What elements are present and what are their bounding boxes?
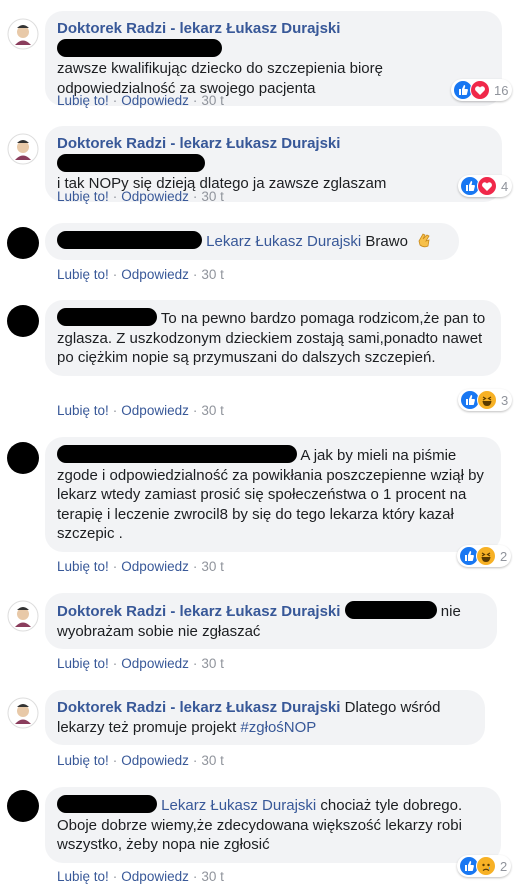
comment-actions: Lubię to! · Odpowiedz · 30 t: [57, 869, 224, 884]
like-link[interactable]: Lubię to!: [57, 559, 109, 574]
doctor-avatar-icon: [7, 18, 39, 50]
redacted-name: [57, 231, 202, 249]
comment-author[interactable]: Doktorek Radzi - lekarz Łukasz Durajski: [57, 603, 340, 620]
reply-link[interactable]: Odpowiedz: [121, 753, 189, 768]
comment-author[interactable]: Doktorek Radzi - lekarz Łukasz Durajski: [57, 699, 340, 716]
reply-link[interactable]: Odpowiedz: [121, 656, 189, 671]
timestamp[interactable]: 30 t: [201, 93, 224, 108]
mention-link[interactable]: Lekarz Łukasz Durajski: [206, 233, 361, 250]
comment-actions: Lubię to! · Odpowiedz · 30 t: [57, 189, 224, 204]
like-link[interactable]: Lubię to!: [57, 267, 109, 282]
reaction-count: 2: [500, 548, 508, 564]
reaction-summary[interactable]: 4: [458, 175, 513, 197]
comment-bubble: A jak by mieli na piśmie zgode i odpowie…: [45, 437, 501, 552]
avatar[interactable]: [7, 227, 39, 259]
avatar[interactable]: [7, 305, 39, 337]
comment-bubble: Doktorek Radzi - lekarz Łukasz Durajski …: [45, 11, 502, 106]
comment-author[interactable]: Doktorek Radzi - lekarz Łukasz Durajski: [57, 20, 340, 37]
comment-actions: Lubię to! · Odpowiedz · 30 t: [57, 93, 224, 108]
avatar[interactable]: [7, 133, 39, 165]
comment-author[interactable]: Doktorek Radzi - lekarz Łukasz Durajski: [57, 135, 340, 152]
reply-link[interactable]: Odpowiedz: [121, 869, 189, 884]
comment-text: Brawo: [365, 233, 408, 250]
haha-icon: [477, 390, 497, 410]
timestamp[interactable]: 30 t: [201, 267, 224, 282]
comment-text: zawsze kwalifikując dziecko do szczepien…: [57, 60, 383, 97]
reply-link[interactable]: Odpowiedz: [121, 267, 189, 282]
reaction-count: 3: [501, 392, 509, 408]
reaction-count: 2: [500, 858, 508, 874]
love-icon: [477, 176, 497, 196]
redacted-name: [57, 445, 297, 463]
like-link[interactable]: Lubię to!: [57, 403, 109, 418]
timestamp[interactable]: 30 t: [201, 189, 224, 204]
timestamp[interactable]: 30 t: [201, 559, 224, 574]
comment-bubble: Lekarz Łukasz Durajski chociaż tyle dobr…: [45, 787, 501, 863]
redacted-name: [57, 38, 222, 57]
comment-actions: Lubię to! · Odpowiedz · 30 t: [57, 753, 224, 768]
mention-link[interactable]: Lekarz Łukasz Durajski: [161, 797, 316, 814]
redacted-name: [57, 153, 205, 172]
reaction-summary[interactable]: 16: [451, 79, 513, 101]
timestamp[interactable]: 30 t: [201, 869, 224, 884]
comment-actions: Lubię to! · Odpowiedz · 30 t: [57, 403, 224, 418]
like-link[interactable]: Lubię to!: [57, 656, 109, 671]
avatar[interactable]: [7, 790, 39, 822]
doctor-avatar-icon: [7, 600, 39, 632]
comment-actions: Lubię to! · Odpowiedz · 30 t: [57, 656, 224, 671]
avatar[interactable]: [7, 600, 39, 632]
avatar[interactable]: [7, 697, 39, 729]
reply-link[interactable]: Odpowiedz: [121, 93, 189, 108]
haha-icon: [476, 546, 496, 566]
doctor-avatar-icon: [7, 697, 39, 729]
reply-link[interactable]: Odpowiedz: [121, 403, 189, 418]
reaction-summary[interactable]: 2: [457, 855, 512, 877]
avatar[interactable]: [7, 442, 39, 474]
redacted-name: [57, 795, 157, 813]
timestamp[interactable]: 30 t: [201, 656, 224, 671]
comment-bubble: Lekarz Łukasz Durajski Brawo: [45, 223, 459, 260]
comment-bubble: Doktorek Radzi - lekarz Łukasz Durajski …: [45, 690, 485, 745]
doctor-avatar-icon: [7, 133, 39, 165]
avatar[interactable]: [7, 18, 39, 50]
redacted-name: [344, 601, 437, 619]
reaction-count: 4: [501, 178, 509, 194]
like-link[interactable]: Lubię to!: [57, 189, 109, 204]
reply-link[interactable]: Odpowiedz: [121, 559, 189, 574]
reply-link[interactable]: Odpowiedz: [121, 189, 189, 204]
clapping-hands-icon: [418, 233, 430, 248]
redacted-name: [57, 308, 157, 326]
sad-icon: [476, 856, 496, 876]
love-icon: [470, 80, 490, 100]
reaction-summary[interactable]: 2: [457, 545, 512, 567]
hashtag-link[interactable]: #zgłośNOP: [240, 719, 316, 736]
reaction-summary[interactable]: 3: [458, 389, 513, 411]
like-link[interactable]: Lubię to!: [57, 93, 109, 108]
like-link[interactable]: Lubię to!: [57, 869, 109, 884]
comment-bubble: To na pewno bardzo pomaga rodzicom,że pa…: [45, 300, 501, 376]
comment-actions: Lubię to! · Odpowiedz · 30 t: [57, 267, 224, 282]
like-link[interactable]: Lubię to!: [57, 753, 109, 768]
comment-bubble: Doktorek Radzi - lekarz Łukasz Durajski …: [45, 593, 497, 649]
comment-actions: Lubię to! · Odpowiedz · 30 t: [57, 559, 224, 574]
timestamp[interactable]: 30 t: [201, 403, 224, 418]
timestamp[interactable]: 30 t: [201, 753, 224, 768]
reaction-count: 16: [494, 82, 509, 98]
